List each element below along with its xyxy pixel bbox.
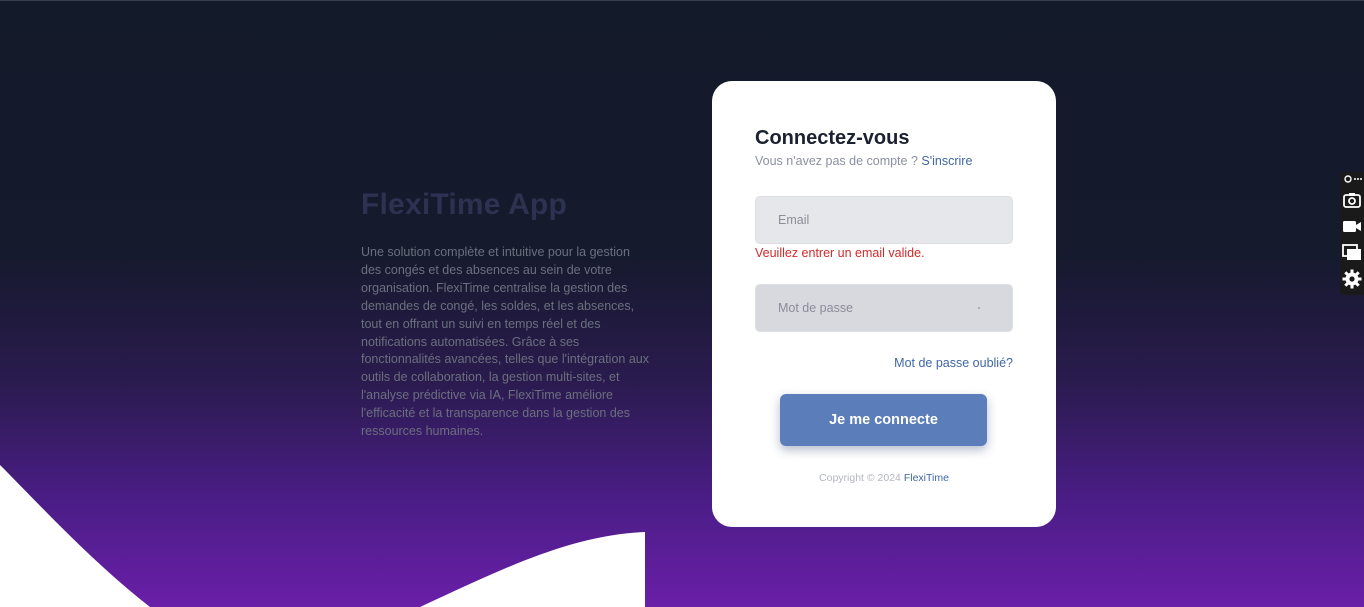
link-icon[interactable] (1342, 172, 1362, 186)
email-field[interactable] (755, 196, 1013, 244)
password-input[interactable] (756, 285, 1012, 331)
password-field[interactable] (755, 284, 1013, 332)
signup-prompt-text: Vous n'avez pas de compte ? (755, 154, 922, 168)
copyright-brand[interactable]: FlexiTime (904, 472, 949, 484)
gear-icon[interactable] (1342, 269, 1362, 289)
screens-icon[interactable] (1342, 242, 1362, 262)
app-description: Une solution complète et intuitive pour … (361, 245, 649, 439)
email-error-message: Veuillez entrer un email valide. (755, 246, 925, 260)
video-icon[interactable] (1342, 216, 1362, 236)
email-input[interactable] (756, 197, 1012, 243)
top-border (0, 0, 1364, 1)
copyright: Copyright © 2024 FlexiTime (712, 472, 1056, 484)
toggle-password-icon[interactable] (978, 307, 980, 309)
copyright-text: Copyright © 2024 (819, 472, 904, 484)
login-card: Connectez-vous Vous n'avez pas de compte… (712, 81, 1056, 527)
side-toolbar (1340, 172, 1364, 295)
signup-prompt: Vous n'avez pas de compte ? S'inscrire (755, 154, 972, 168)
app-title: FlexiTime App (361, 188, 567, 221)
decorative-wave (0, 465, 645, 607)
camera-icon[interactable] (1342, 190, 1362, 210)
forgot-password-link[interactable]: Mot de passe oublié? (894, 356, 1013, 370)
signup-link[interactable]: S'inscrire (921, 154, 972, 168)
login-button[interactable]: Je me connecte (780, 394, 987, 446)
login-title: Connectez-vous (755, 127, 910, 149)
hero-section: FlexiTime App Une solution complète et i… (361, 188, 651, 441)
